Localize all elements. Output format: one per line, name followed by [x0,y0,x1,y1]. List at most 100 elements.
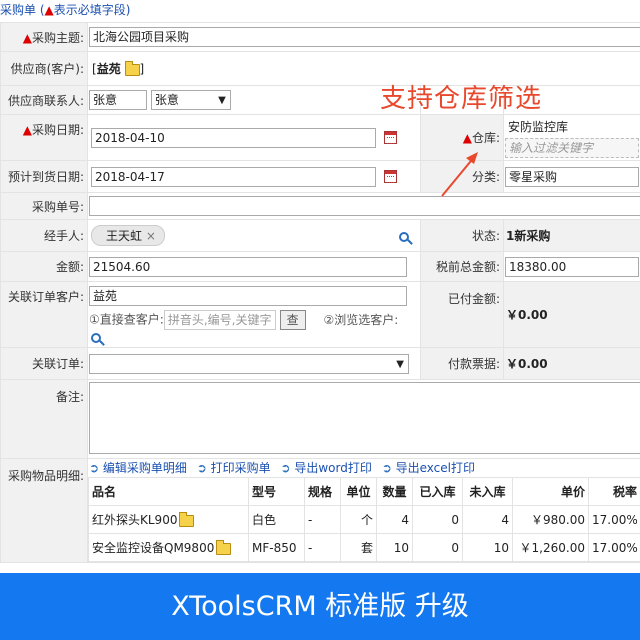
item-name: 红外探头KL900 [92,513,178,527]
required-note: 表示必填字段 [53,3,126,17]
arrow-right-icon: ➲ [89,461,100,475]
cell: 0 [412,505,463,534]
customer-search-input[interactable]: 拼音头,编号,关键字 [163,310,276,330]
cell: 个 [340,505,377,534]
col-header: 未入库 [462,477,513,506]
table-row[interactable]: 红外探头KL900 白色 - 个 4 0 4 ￥980.00 17.00% [88,505,640,534]
warehouse-label-text: 仓库: [471,131,500,145]
category-input[interactable]: 零星采购 [505,166,639,187]
warehouse-filter-input[interactable]: 输入过滤关键字 [505,137,639,158]
note-close: ) [125,3,131,17]
cell: 17.00% [588,533,640,562]
contact-select-value: 张意 [154,93,179,107]
required-mark: ▲ [22,123,32,137]
cell: 4 [376,505,413,534]
folder-icon[interactable] [179,511,195,527]
search-button[interactable]: 查 [279,310,306,330]
folder-icon[interactable] [124,60,140,76]
cell: 0 [412,533,463,562]
contact-input[interactable]: 张意 [89,90,147,110]
table-row[interactable]: 安全监控设备QM9800 MF-850 - 套 10 0 10 ￥1,260.0… [88,533,640,562]
print-link[interactable]: 打印采购单 [211,461,271,475]
browse-customer-label: ②浏览选客户: [323,312,399,327]
arrow-right-icon: ➲ [381,461,392,475]
col-header: 品名 [88,477,249,506]
col-header: 型号 [248,477,305,506]
contact-label: 供应商联系人: [0,85,88,115]
item-actions: ➲ 编辑采购单明细 ➲ 打印采购单 ➲ 导出word打印 ➲ 导出excel打印 [88,459,640,477]
related-customer-label: 关联订单客户: [0,281,88,348]
items-table: 品名 型号 规格 单位 数量 已入库 未入库 单价 税率 红外探头KL900 白… [88,477,640,562]
amount-label: 金额: [0,251,88,282]
cell: 4 [462,505,513,534]
export-excel-link[interactable]: 导出excel打印 [396,461,475,475]
subject-input[interactable]: 北海公园项目采购 [89,27,640,47]
purchase-form: ▲采购主题: 北海公园项目采购 供应商(客户): [益苑 ] 供应商联系人: 张… [0,22,640,563]
purchase-date-label-text: 采购日期: [31,123,84,137]
col-header: 单位 [340,477,377,506]
invoice-value: ￥0.00 [502,347,640,380]
col-header: 税率 [588,477,640,506]
cell: ￥980.00 [512,505,589,534]
col-header: 规格 [304,477,341,506]
amount-input[interactable]: 21504.60 [89,256,407,277]
promo-banner: XToolsCRM 标准版 升级 [0,573,640,640]
col-header: 数量 [376,477,413,506]
category-label: 分类: [420,160,504,193]
cell: - [304,533,341,562]
note-open: ( [36,3,45,17]
page-header: 采购单 (▲表示必填字段) [0,0,640,22]
cell-name: 安全监控设备QM9800 [88,533,249,562]
annotation-text: 支持仓库筛选 [380,84,543,114]
items-label: 采购物品明细: [0,458,88,563]
handler-tag[interactable]: 王天虹 × [91,225,165,246]
handler-tag-box[interactable]: 王天虹 × [91,225,371,246]
purchase-date-label: ▲采购日期: [0,114,88,161]
related-customer-input[interactable]: 益苑 [89,286,407,306]
subject-label: ▲采购主题: [0,22,88,52]
search-icon[interactable] [398,231,409,242]
warehouse-value[interactable]: 安防监控库 [505,117,639,138]
calendar-icon[interactable] [383,131,397,144]
arrival-date-input[interactable]: 2018-04-17 [91,166,376,187]
required-mark: ▲ [44,3,54,17]
arrival-date-label: 预计到货日期: [0,160,88,193]
required-mark: ▲ [462,131,472,145]
subject-label-text: 采购主题: [31,30,84,45]
cell-name: 红外探头KL900 [88,505,249,534]
pretax-input[interactable]: 18380.00 [505,256,639,277]
handler-label: 经手人: [0,219,88,252]
calendar-icon[interactable] [383,170,397,183]
status-value: 1新采购 [502,219,640,252]
pretax-label: 税前总金额: [420,251,504,282]
cell: - [304,505,341,534]
supplier-bracket-close: ] [139,62,145,76]
order-no-label: 采购单号: [0,192,88,220]
export-word-link[interactable]: 导出word打印 [294,461,372,475]
item-name: 安全监控设备QM9800 [92,541,215,555]
cell: 白色 [248,505,305,534]
supplier-value[interactable]: 益苑 [97,62,121,76]
supplier-label: 供应商(客户): [0,51,88,86]
contact-select[interactable]: 张意 ▼ [150,90,231,110]
invoice-label: 付款票据: [420,347,504,380]
status-label: 状态: [420,219,504,252]
chevron-down-icon: ▼ [218,95,226,106]
arrow-right-icon: ➲ [280,461,291,475]
order-no-input[interactable] [89,196,640,216]
paid-label: 已付金额: [420,281,504,348]
edit-items-link[interactable]: 编辑采购单明细 [103,461,187,475]
direct-search-label: ①直接查客户: [89,312,164,327]
remark-label: 备注: [0,379,88,459]
col-header: 单价 [512,477,589,506]
cell: ￥1,260.00 [512,533,589,562]
folder-icon[interactable] [216,539,232,555]
warehouse-label: ▲仓库: [420,114,504,161]
cell: 套 [340,533,377,562]
remark-textarea[interactable] [89,382,640,454]
close-icon[interactable]: × [146,229,156,243]
related-order-select[interactable]: ▼ [89,353,409,374]
purchase-date-input[interactable]: 2018-04-10 [91,127,376,148]
search-icon[interactable] [91,332,101,343]
cell: MF-850 [248,533,305,562]
